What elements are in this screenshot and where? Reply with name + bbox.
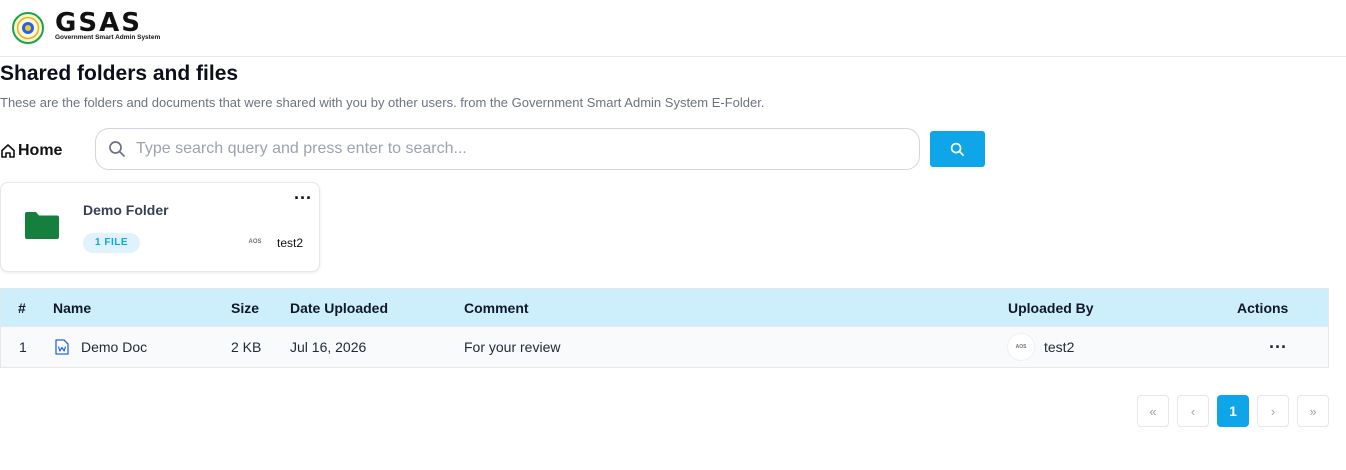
row-index: 1: [19, 339, 27, 355]
page-title: Shared folders and files: [0, 62, 239, 85]
file-size: 2 KB: [231, 339, 262, 355]
folder-card[interactable]: Demo Folder 1 FILE ··· AOS test2: [0, 182, 320, 272]
folder-owner: test2: [277, 236, 304, 250]
pagination-next-button[interactable]: ›: [1257, 395, 1289, 427]
home-icon: [1, 144, 15, 158]
column-header-index: #: [18, 299, 26, 316]
files-table: # Name Size Date Uploaded Comment Upload…: [0, 288, 1329, 368]
avatar: AOS: [1008, 334, 1034, 360]
brand-subtitle: Government Smart Admin System: [55, 34, 161, 41]
search-icon: [950, 142, 964, 156]
column-header-uploaded-by: Uploaded By: [1008, 299, 1094, 316]
pagination-prev-button[interactable]: ‹: [1177, 395, 1209, 427]
file-count-badge: 1 FILE: [83, 233, 141, 253]
column-header-actions: Actions: [1237, 299, 1289, 316]
breadcrumb-home[interactable]: Home: [0, 141, 62, 161]
word-document-icon: [55, 339, 69, 355]
column-header-date: Date Uploaded: [290, 299, 389, 316]
file-name-cell[interactable]: Demo Doc: [55, 327, 147, 367]
breadcrumb-home-label: Home: [18, 142, 63, 159]
search-button[interactable]: [930, 131, 985, 167]
pagination-first-button[interactable]: «: [1137, 395, 1169, 427]
column-header-comment: Comment: [464, 299, 529, 316]
folder-icon: [25, 212, 59, 239]
app-header: GSAS Government Smart Admin System: [0, 0, 1346, 57]
uploader-name: test2: [1044, 339, 1075, 355]
search-input[interactable]: [136, 140, 896, 158]
file-date: Jul 16, 2026: [290, 339, 367, 355]
avatar: AOS: [248, 239, 262, 245]
pagination-last-button[interactable]: »: [1297, 395, 1329, 427]
folder-options-button[interactable]: ···: [293, 189, 313, 209]
national-seal-icon: [12, 12, 44, 44]
search-icon: [109, 141, 125, 157]
table-row[interactable]: 1 Demo Doc 2 KB Jul 16, 2026 For your re…: [1, 326, 1328, 367]
column-header-name: Name: [53, 299, 92, 316]
file-comment: For your review: [464, 339, 561, 355]
table-header: # Name Size Date Uploaded Comment Upload…: [1, 289, 1328, 326]
page-description: These are the folders and documents that…: [0, 95, 765, 110]
pagination-page-1[interactable]: 1: [1217, 395, 1249, 427]
folder-name: Demo Folder: [83, 202, 169, 218]
search-box[interactable]: [95, 128, 920, 170]
uploader-cell: AOS test2: [1008, 327, 1074, 367]
brand-name: GSAS: [55, 8, 142, 38]
file-name: Demo Doc: [81, 339, 148, 355]
row-actions-button[interactable]: ···: [1269, 338, 1287, 356]
column-header-size: Size: [231, 299, 260, 316]
